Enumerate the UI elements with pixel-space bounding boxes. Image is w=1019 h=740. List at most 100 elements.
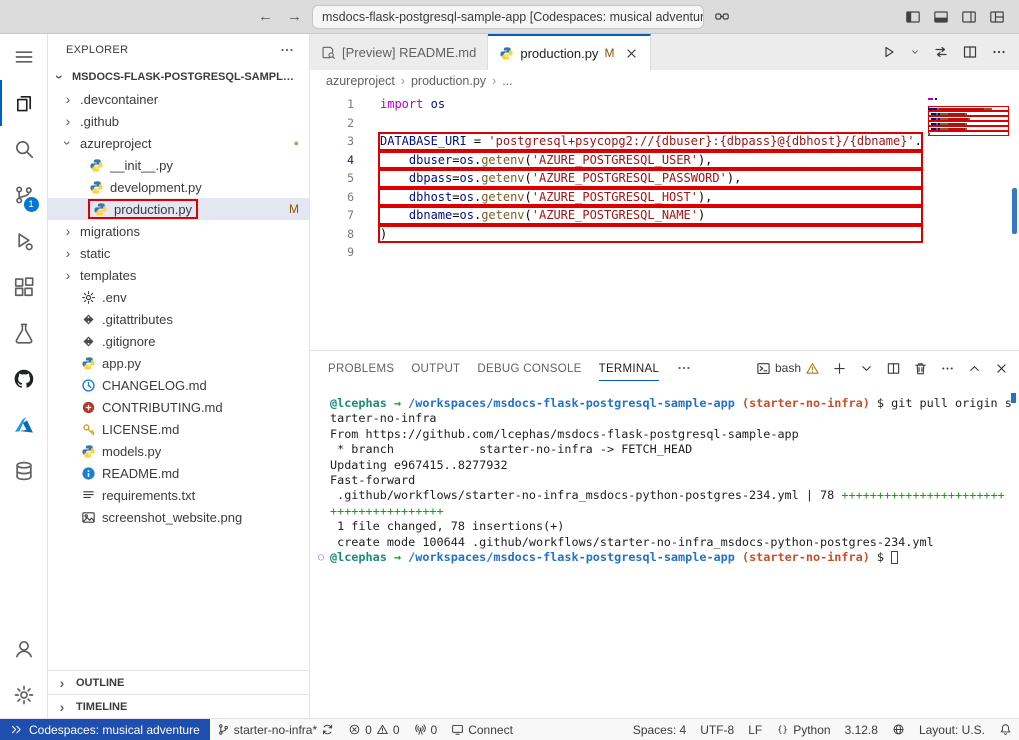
tree-item-env[interactable]: .env	[48, 286, 309, 308]
encoding-status[interactable]: UTF-8	[693, 719, 741, 740]
notifications-bell[interactable]	[992, 719, 1019, 740]
activity-extensions[interactable]	[0, 264, 48, 310]
ports-status[interactable]: 0	[407, 719, 445, 740]
editor-more-actions[interactable]	[991, 44, 1007, 60]
tree-item-azureproject[interactable]: ›azureproject●	[48, 132, 309, 154]
panel-tab-output[interactable]: OUTPUT	[411, 356, 460, 381]
close-icon[interactable]	[624, 46, 639, 61]
code-area[interactable]: 1import os23DATABASE_URI = 'postgresql+p…	[310, 92, 923, 350]
panel-tab-debug-console[interactable]: DEBUG CONSOLE	[477, 356, 581, 381]
panel-tab-problems[interactable]: PROBLEMS	[328, 356, 394, 381]
timeline-section[interactable]: › TIMELINE	[48, 694, 309, 718]
python-version-status[interactable]: 3.12.8	[838, 719, 885, 740]
tree-item-development-py[interactable]: development.py	[48, 176, 309, 198]
split-editor[interactable]	[962, 44, 978, 60]
terminal-picker[interactable]	[859, 361, 874, 376]
tree-item-devcontainer[interactable]: ›.devcontainer	[48, 88, 309, 110]
tree-item-gitignore[interactable]: .gitignore	[48, 330, 309, 352]
activity-settings[interactable]	[0, 672, 48, 718]
status-label: Python	[793, 723, 830, 737]
nav-back-button[interactable]: ←	[258, 8, 273, 25]
activity-run-debug[interactable]	[0, 218, 48, 264]
explorer-more-actions[interactable]	[279, 42, 295, 58]
minimap-line	[928, 136, 1009, 141]
toggle-panel[interactable]	[933, 9, 949, 25]
activity-testing[interactable]	[0, 310, 48, 356]
breadcrumb-item[interactable]: azureproject	[326, 74, 395, 88]
tab-preview-readme-md[interactable]: [Preview] README.md	[310, 34, 488, 70]
tree-item-msdocs-flask-postgresql-sample[interactable]: ›MSDOCS-FLASK-POSTGRESQL-SAMPLE-...	[48, 66, 309, 88]
tree-item-label: .gitattributes	[102, 312, 173, 327]
debug-icon	[13, 230, 35, 252]
tree-item-label: .devcontainer	[80, 92, 158, 107]
tree-item-github[interactable]: ›.github	[48, 110, 309, 132]
toggle-secondary-sidebar[interactable]	[961, 9, 977, 25]
sync-icon	[321, 723, 334, 736]
tab-production-py[interactable]: production.pyM	[488, 34, 651, 70]
command-center-search[interactable]: msdocs-flask-postgresql-sample-app [Code…	[312, 5, 704, 29]
keyboard-layout-globe[interactable]	[885, 719, 912, 740]
tree-item-screenshot-website-png[interactable]: screenshot_website.png	[48, 506, 309, 528]
outline-section[interactable]: › OUTLINE	[48, 670, 309, 694]
line-number: 9	[310, 243, 354, 262]
toggle-primary-sidebar[interactable]	[905, 9, 921, 25]
tree-item-models-py[interactable]: models.py	[48, 440, 309, 462]
run-dropdown[interactable]	[910, 47, 920, 57]
activity-search[interactable]	[0, 126, 48, 172]
tree-item-init-py[interactable]: __init__.py	[48, 154, 309, 176]
terminal-text: →	[387, 550, 408, 565]
activity-azure[interactable]	[0, 402, 48, 448]
tree-item-contributing-md[interactable]: CONTRIBUTING.md	[48, 396, 309, 418]
tree-item-gitattributes[interactable]: .gitattributes	[48, 308, 309, 330]
tree-item-readme-md[interactable]: README.md	[48, 462, 309, 484]
breadcrumb-item[interactable]: ...	[502, 74, 512, 88]
activity-github[interactable]	[0, 356, 48, 402]
tree-item-migrations[interactable]: ›migrations	[48, 220, 309, 242]
tree-item-app-py[interactable]: app.py	[48, 352, 309, 374]
code-token: ),	[698, 153, 712, 167]
tree-item-requirements-txt[interactable]: requirements.txt	[48, 484, 309, 506]
run-python-file[interactable]	[881, 44, 897, 60]
maximize-panel[interactable]	[967, 361, 982, 376]
scrollbar-decoration[interactable]	[1012, 188, 1017, 234]
tree-item-templates[interactable]: ›templates	[48, 264, 309, 286]
tree-item-static[interactable]: ›static	[48, 242, 309, 264]
tree-item-production-py[interactable]: production.pyM	[48, 198, 309, 220]
tree-item-changelog-md[interactable]: CHANGELOG.md	[48, 374, 309, 396]
copilot-icon[interactable]	[714, 9, 730, 25]
panel-more-actions[interactable]	[940, 361, 955, 376]
breadcrumb-item[interactable]: production.py	[411, 74, 486, 88]
customize-layout[interactable]	[989, 9, 1005, 25]
terminal[interactable]: @lcephas → /workspaces/msdocs-flask-post…	[310, 385, 1019, 718]
terminal-shell[interactable]: bash	[756, 361, 820, 376]
code-line: 7 dbname=os.getenv('AZURE_POSTGRESQL_NAM…	[310, 206, 923, 225]
activity-source-control[interactable]: 1	[0, 172, 48, 218]
activity-accounts[interactable]	[0, 626, 48, 672]
layout-status[interactable]: Layout: U.S.	[912, 719, 992, 740]
branch-status[interactable]: starter-no-infra*	[210, 719, 341, 740]
indent-status[interactable]: Spaces: 4	[626, 719, 693, 740]
minimap[interactable]	[923, 92, 1019, 350]
close-panel[interactable]	[994, 361, 1009, 376]
eol-status[interactable]: LF	[741, 719, 769, 740]
tree-item-label: static	[80, 246, 110, 261]
close-icon	[994, 361, 1009, 376]
code-editor[interactable]: 1import os23DATABASE_URI = 'postgresql+p…	[310, 92, 1019, 350]
remote-indicator[interactable]: Codespaces: musical adventure	[0, 719, 210, 740]
language-status[interactable]: {}Python	[769, 719, 837, 740]
activity-menu[interactable]	[0, 34, 48, 80]
panel-tab-terminal[interactable]: TERMINAL	[599, 356, 660, 381]
connect-status[interactable]: Connect	[444, 719, 520, 740]
activity-databases[interactable]	[0, 448, 48, 494]
terminal-text: .github/workflows/starter-no-infra_msdoc…	[330, 488, 841, 503]
activity-explorer[interactable]	[0, 80, 48, 126]
nav-forward-button[interactable]: →	[287, 8, 302, 25]
panel-more-tabs[interactable]	[676, 360, 692, 376]
new-terminal[interactable]	[832, 361, 847, 376]
problems-status[interactable]: 00	[341, 719, 406, 740]
kill-terminal[interactable]	[913, 361, 928, 376]
split-terminal[interactable]	[886, 361, 901, 376]
tree-item-label: requirements.txt	[102, 488, 195, 503]
open-changes[interactable]	[933, 44, 949, 60]
tree-item-license-md[interactable]: LICENSE.md	[48, 418, 309, 440]
